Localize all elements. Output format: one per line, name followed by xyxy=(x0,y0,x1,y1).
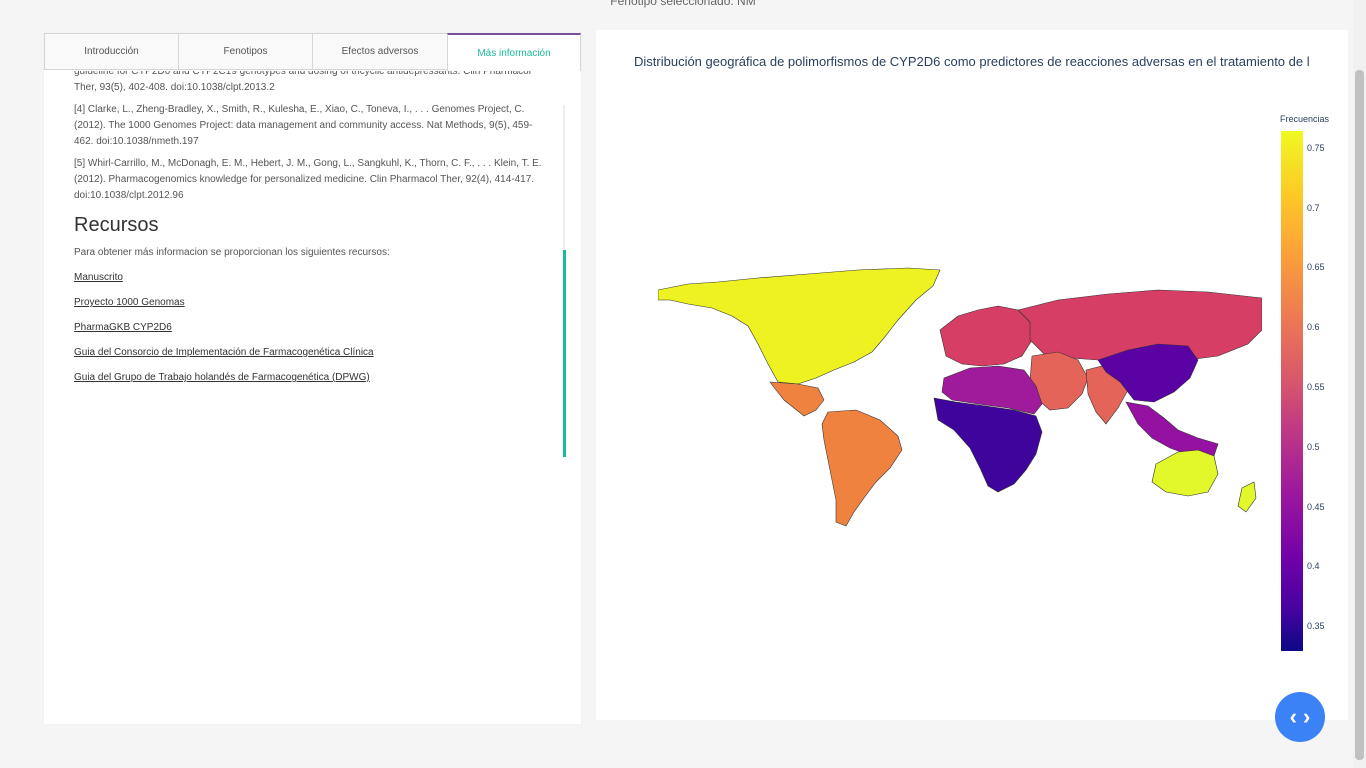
link-manuscrito[interactable]: Manuscrito xyxy=(74,272,549,284)
resources-intro: Para obtener más informacion se proporci… xyxy=(74,247,390,258)
colorbar-tick-label: 0.5 xyxy=(1307,441,1320,452)
tab-efectos-adversos[interactable]: Efectos adversos xyxy=(312,33,447,70)
region-south-america[interactable] xyxy=(821,409,903,527)
colorbar xyxy=(1281,131,1303,651)
content-scrollbar-thumb[interactable] xyxy=(563,250,566,457)
link-pharmgkb-cyp2d6[interactable]: PharmaGKB CYP2D6 xyxy=(74,322,549,334)
code-icon: ‹ › xyxy=(1289,704,1311,729)
colorbar-tick-label: 0.55 xyxy=(1307,382,1325,392)
colorbar-tick-label: 0.35 xyxy=(1307,621,1325,632)
link-guia-dpwg[interactable]: Guia del Grupo de Trabajo holandés de Fa… xyxy=(74,372,549,384)
content-scroll-area[interactable]: guideline for CYP2D6 and CYP2C19 genotyp… xyxy=(44,71,569,431)
reference-3-tail: guideline for CYP2D6 and CYP2C19 genotyp… xyxy=(74,71,531,93)
colorbar-tick-label: 0.4 xyxy=(1307,561,1320,572)
code-toggle-button[interactable]: ‹ › xyxy=(1275,692,1325,742)
colorbar-tick-label: 0.45 xyxy=(1307,501,1325,512)
colorbar-tick-label: 0.65 xyxy=(1307,262,1325,273)
selected-phenotype-label: Fenotipo seleccionado: NM xyxy=(610,0,756,8)
info-panel: Introducción Fenotipos Efectos adversos … xyxy=(44,33,581,724)
reference-5: [5] Whirl-Carrillo, M., McDonagh, E. M.,… xyxy=(74,158,542,201)
tab-introduccion[interactable]: Introducción xyxy=(44,33,178,70)
page-scrollbar-thumb[interactable] xyxy=(1355,70,1364,760)
map-panel: Distribución geográfica de polimorfismos… xyxy=(596,30,1348,720)
region-central-america[interactable] xyxy=(769,381,825,417)
region-north-america[interactable] xyxy=(658,267,941,385)
colorbar-title: Frecuencias xyxy=(1280,114,1330,124)
region-southeast-asia[interactable] xyxy=(1125,401,1219,457)
link-proyecto-1000-genomas[interactable]: Proyecto 1000 Genomas xyxy=(74,297,549,309)
tab-fenotipos[interactable]: Fenotipos xyxy=(178,33,312,70)
reference-4: [4] Clarke, L., Zheng-Bradley, X., Smith… xyxy=(74,104,533,147)
tab-bar: Introducción Fenotipos Efectos adversos … xyxy=(44,33,581,71)
colorbar-tick-label: 0.75 xyxy=(1307,142,1325,153)
resources-heading: Recursos xyxy=(74,214,159,236)
region-oceania[interactable] xyxy=(1151,449,1257,513)
map-title: Distribución geográfica de polimorfismos… xyxy=(634,54,1310,69)
region-europe[interactable] xyxy=(939,305,1033,367)
link-guia-cpic[interactable]: Guia del Consorcio de Implementación de … xyxy=(74,347,549,359)
colorbar-tick-label: 0.6 xyxy=(1307,322,1320,333)
choropleth-world-map[interactable] xyxy=(658,260,1262,532)
colorbar-tick-label: 0.7 xyxy=(1307,202,1320,213)
tab-mas-informacion[interactable]: Más información xyxy=(447,33,581,71)
